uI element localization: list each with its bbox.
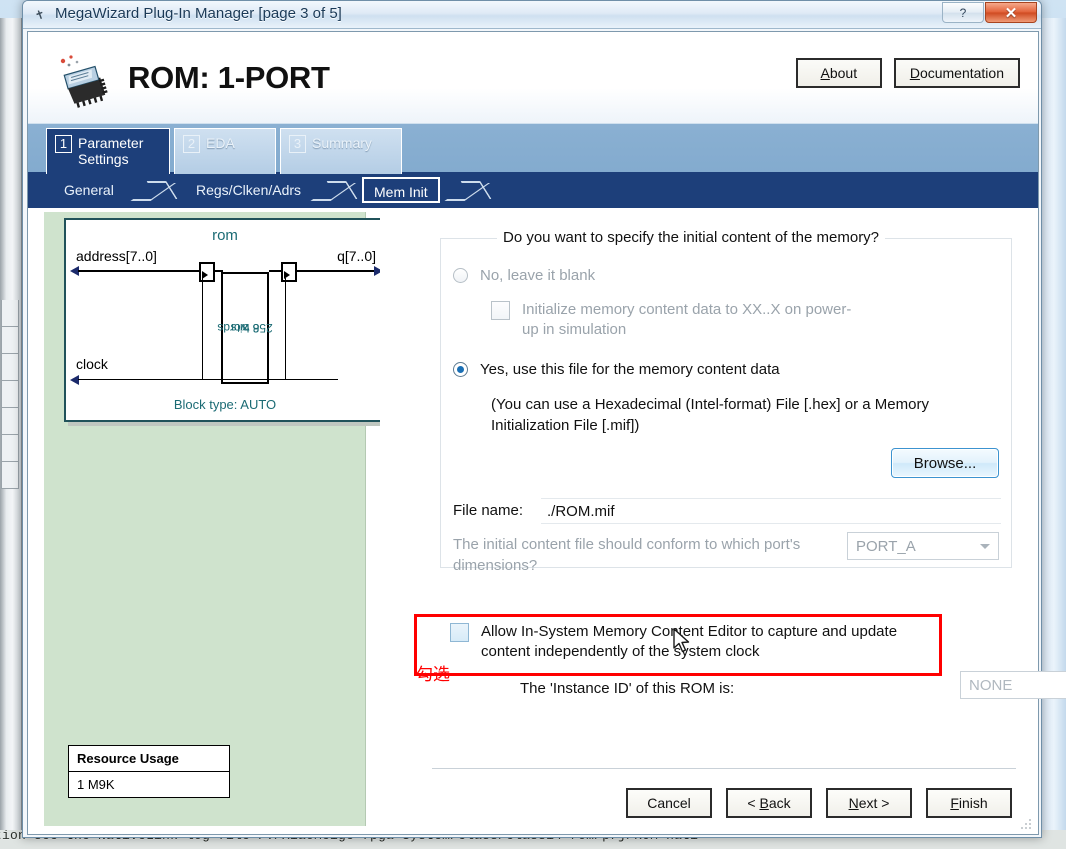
mem-init-form: Do you want to specify the initial conte…: [380, 208, 1066, 834]
footer-divider: [432, 768, 1016, 769]
clock-branch-2: [285, 278, 286, 379]
page-title: ROM: 1-PORT: [128, 60, 330, 95]
tab-parameter-settings[interactable]: 1 Parameter Settings: [46, 128, 170, 174]
radio-yes-icon[interactable]: [453, 362, 468, 377]
documentation-label: ocumentation: [919, 65, 1004, 81]
radio-no-icon[interactable]: [453, 268, 468, 283]
browse-button[interactable]: Browse...: [891, 448, 999, 478]
block-preview-panel: rom address[7..0] 8 bits × 256 words q[7…: [44, 212, 390, 826]
memory-core: 8 bits × 256 words: [217, 272, 273, 384]
altera-chip-icon: [60, 55, 108, 108]
background-left-rows: [1, 300, 19, 489]
background-right-panel: [1042, 18, 1066, 830]
about-mnemonic: A: [820, 65, 830, 81]
resize-grip-icon[interactable]: [1020, 818, 1032, 830]
file-format-hint: (You can use a Hexadecimal (Intel-format…: [491, 396, 929, 434]
wand-icon: ✝: [32, 6, 48, 24]
window-client-area: ROM: 1-PORT About Documentation 1 Parame…: [27, 31, 1066, 835]
tab-label-parameter-settings: Parameter Settings: [78, 135, 144, 167]
resource-usage-title: Resource Usage: [69, 746, 229, 772]
resource-usage-box: Resource Usage 1 M9K: [68, 745, 230, 798]
back-mnemonic: B: [759, 795, 769, 811]
instance-id-field[interactable]: NONE: [960, 671, 1066, 699]
instance-id-row: The 'Instance ID' of this ROM is: NONE: [520, 671, 1066, 699]
resource-usage-value: 1 M9K: [77, 777, 115, 792]
about-button[interactable]: About: [795, 58, 882, 88]
wizard-tabstrip: 1 Parameter Settings 2 EDA 3 Summary Gen…: [28, 124, 1038, 208]
window-title: MegaWizard Plug-In Manager [page 3 of 5]: [55, 5, 342, 22]
next-button[interactable]: Next >: [826, 788, 912, 818]
tab-summary[interactable]: 3 Summary: [280, 128, 402, 174]
finish-button[interactable]: Finish: [926, 788, 1012, 818]
next-mnemonic: N: [848, 795, 859, 811]
clock-arrow-icon: [70, 375, 79, 385]
back-button[interactable]: < Back: [726, 788, 812, 818]
subtab-general[interactable]: General: [54, 177, 124, 203]
checkbox-initialize-xx[interactable]: Initialize memory content data to XX..X …: [491, 300, 911, 340]
memory-words: 256 words: [217, 321, 273, 335]
tab-label-eda: EDA: [206, 135, 235, 151]
radio-no-leave-blank[interactable]: No, leave it blank: [453, 266, 873, 286]
header-buttons: About Documentation: [795, 58, 1020, 88]
block-diagram: rom address[7..0] 8 bits × 256 words q[7…: [64, 218, 386, 422]
help-button[interactable]: ?: [942, 2, 984, 23]
tab-number-2: 2: [183, 135, 200, 153]
q-wire-2: [297, 270, 377, 272]
about-label: bout: [829, 65, 858, 81]
wizard-body: rom address[7..0] 8 bits × 256 words q[7…: [28, 208, 1066, 834]
tab-label-summary: Summary: [312, 135, 372, 151]
megawizard-window: ✝ MegaWizard Plug-In Manager [page 3 of …: [22, 0, 1066, 838]
clock-branch-1: [202, 278, 203, 379]
chevron-separator-icon-2: [310, 181, 358, 201]
finish-mnemonic: F: [950, 795, 959, 811]
close-button[interactable]: ✕: [985, 2, 1037, 23]
diagram-port-address: address[7..0]: [76, 248, 157, 264]
subtab-mem-init[interactable]: Mem Init: [362, 177, 440, 203]
documentation-mnemonic: D: [909, 65, 920, 81]
initialize-xx-label: Initialize memory content data to XX..X …: [522, 301, 852, 338]
radio-no-label: No, leave it blank: [480, 267, 596, 284]
chevron-separator-icon-3: [444, 181, 492, 201]
file-name-input[interactable]: [541, 498, 1001, 524]
page-header: ROM: 1-PORT About Documentation: [28, 32, 1038, 124]
secondary-tab-row: General Regs/Clken/Adrs Mem Init: [28, 172, 1038, 208]
tab-number-3: 3: [289, 135, 306, 153]
group-title: Do you want to specify the initial conte…: [497, 229, 886, 246]
diagram-block-type: Block type: AUTO: [173, 397, 277, 412]
clock-wire: [78, 379, 338, 380]
chevron-separator-icon-1: [130, 181, 178, 201]
port-dimension-select[interactable]: PORT_A: [847, 532, 999, 560]
subtab-regs-clken-adrs[interactable]: Regs/Clken/Adrs: [186, 177, 311, 203]
conform-port-label: The initial content file should conform …: [453, 536, 801, 574]
diagram-port-clock: clock: [76, 356, 108, 372]
initialize-xx-checkbox-icon[interactable]: [491, 301, 510, 320]
documentation-button[interactable]: Documentation: [893, 58, 1020, 88]
primary-tab-row: 1 Parameter Settings 2 EDA 3 Summary: [28, 124, 1038, 174]
wizard-button-row: Cancel < Back Next > Finish: [626, 788, 1012, 818]
output-register-icon: [281, 262, 297, 282]
radio-yes-use-file[interactable]: Yes, use this file for the memory conten…: [453, 360, 913, 380]
annotation-label: 勾选: [416, 665, 450, 685]
initial-content-group: Do you want to specify the initial conte…: [440, 229, 1012, 574]
diagram-port-q: q[7..0]: [337, 248, 376, 264]
mouse-cursor: [673, 628, 690, 653]
port-dimension-value: PORT_A: [856, 537, 916, 555]
diagram-block-name: rom: [212, 227, 238, 244]
window-controls: ? ✕: [942, 2, 1037, 23]
instance-id-label: The 'Instance ID' of this ROM is:: [520, 680, 735, 697]
radio-yes-label: Yes, use this file for the memory conten…: [480, 361, 780, 378]
window-titlebar[interactable]: ✝ MegaWizard Plug-In Manager [page 3 of …: [23, 1, 1041, 29]
chevron-down-icon: [980, 544, 990, 549]
cancel-button[interactable]: Cancel: [626, 788, 712, 818]
tab-number-1: 1: [55, 135, 72, 153]
tab-eda[interactable]: 2 EDA: [174, 128, 276, 174]
file-name-label: File name:: [453, 502, 524, 519]
